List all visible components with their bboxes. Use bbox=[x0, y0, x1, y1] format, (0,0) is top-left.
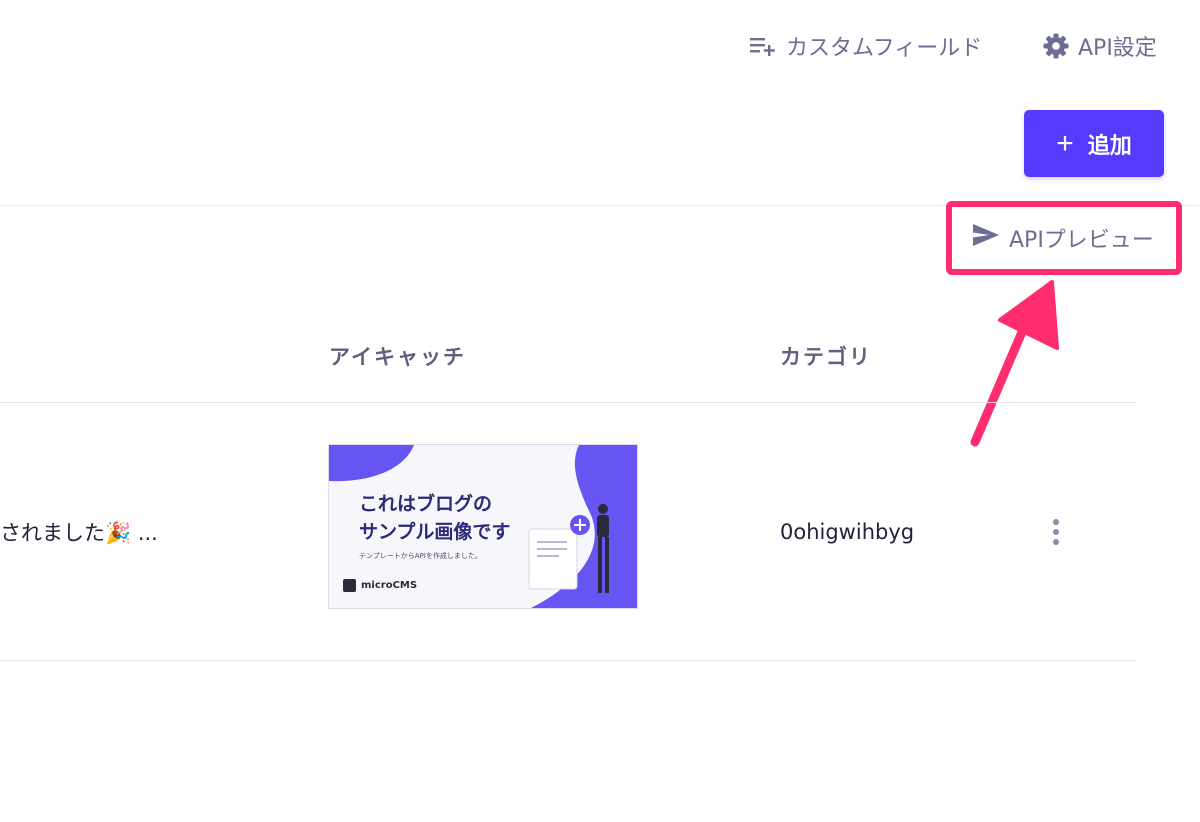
table-header-divider bbox=[0, 402, 1136, 403]
column-header-category[interactable]: カテゴリ bbox=[780, 336, 872, 376]
send-icon bbox=[972, 223, 1009, 253]
custom-field-label: カスタムフィールド bbox=[786, 36, 983, 61]
kebab-dot bbox=[1053, 539, 1059, 545]
thumbnail-subtitle: テンプレートからAPIを作成しました。 bbox=[359, 552, 482, 560]
kebab-menu-icon[interactable] bbox=[1044, 514, 1068, 550]
row-title[interactable]: されました🎉 ... bbox=[0, 514, 158, 550]
plus-icon: + bbox=[1056, 126, 1074, 160]
api-preview-label: APIプレビュー bbox=[1009, 228, 1154, 253]
annotation-arrow-icon bbox=[970, 280, 1059, 447]
custom-field-link[interactable]: カスタムフィールド bbox=[750, 28, 982, 64]
gear-icon bbox=[1042, 32, 1078, 60]
api-settings-label: API設定 bbox=[1078, 36, 1157, 61]
thumbnail-title-line2: サンプル画像です bbox=[359, 521, 511, 543]
api-preview-link[interactable]: APIプレビュー bbox=[972, 220, 1154, 256]
api-settings-link[interactable]: API設定 bbox=[1042, 28, 1157, 64]
add-button-label: 追加 bbox=[1087, 132, 1132, 158]
add-button[interactable]: + 追加 bbox=[1024, 110, 1164, 177]
table-row-divider bbox=[0, 660, 1136, 661]
kebab-dot bbox=[1053, 519, 1059, 525]
column-header-eyecatch[interactable]: アイキャッチ bbox=[329, 336, 466, 376]
thumbnail-logo: microCMS bbox=[343, 579, 417, 592]
thumbnail-title-line1: これはブログの bbox=[359, 493, 493, 515]
thumbnail-logo-text: microCMS bbox=[361, 580, 418, 591]
eyecatch-thumbnail[interactable]: これはブログの サンプル画像です テンプレートからAPIを作成しました。 mic… bbox=[328, 444, 638, 609]
microcms-logo-icon bbox=[343, 579, 356, 592]
row-category[interactable]: 0ohigwihbyg bbox=[780, 514, 914, 550]
list-plus-icon bbox=[750, 35, 786, 57]
kebab-dot bbox=[1053, 529, 1059, 535]
